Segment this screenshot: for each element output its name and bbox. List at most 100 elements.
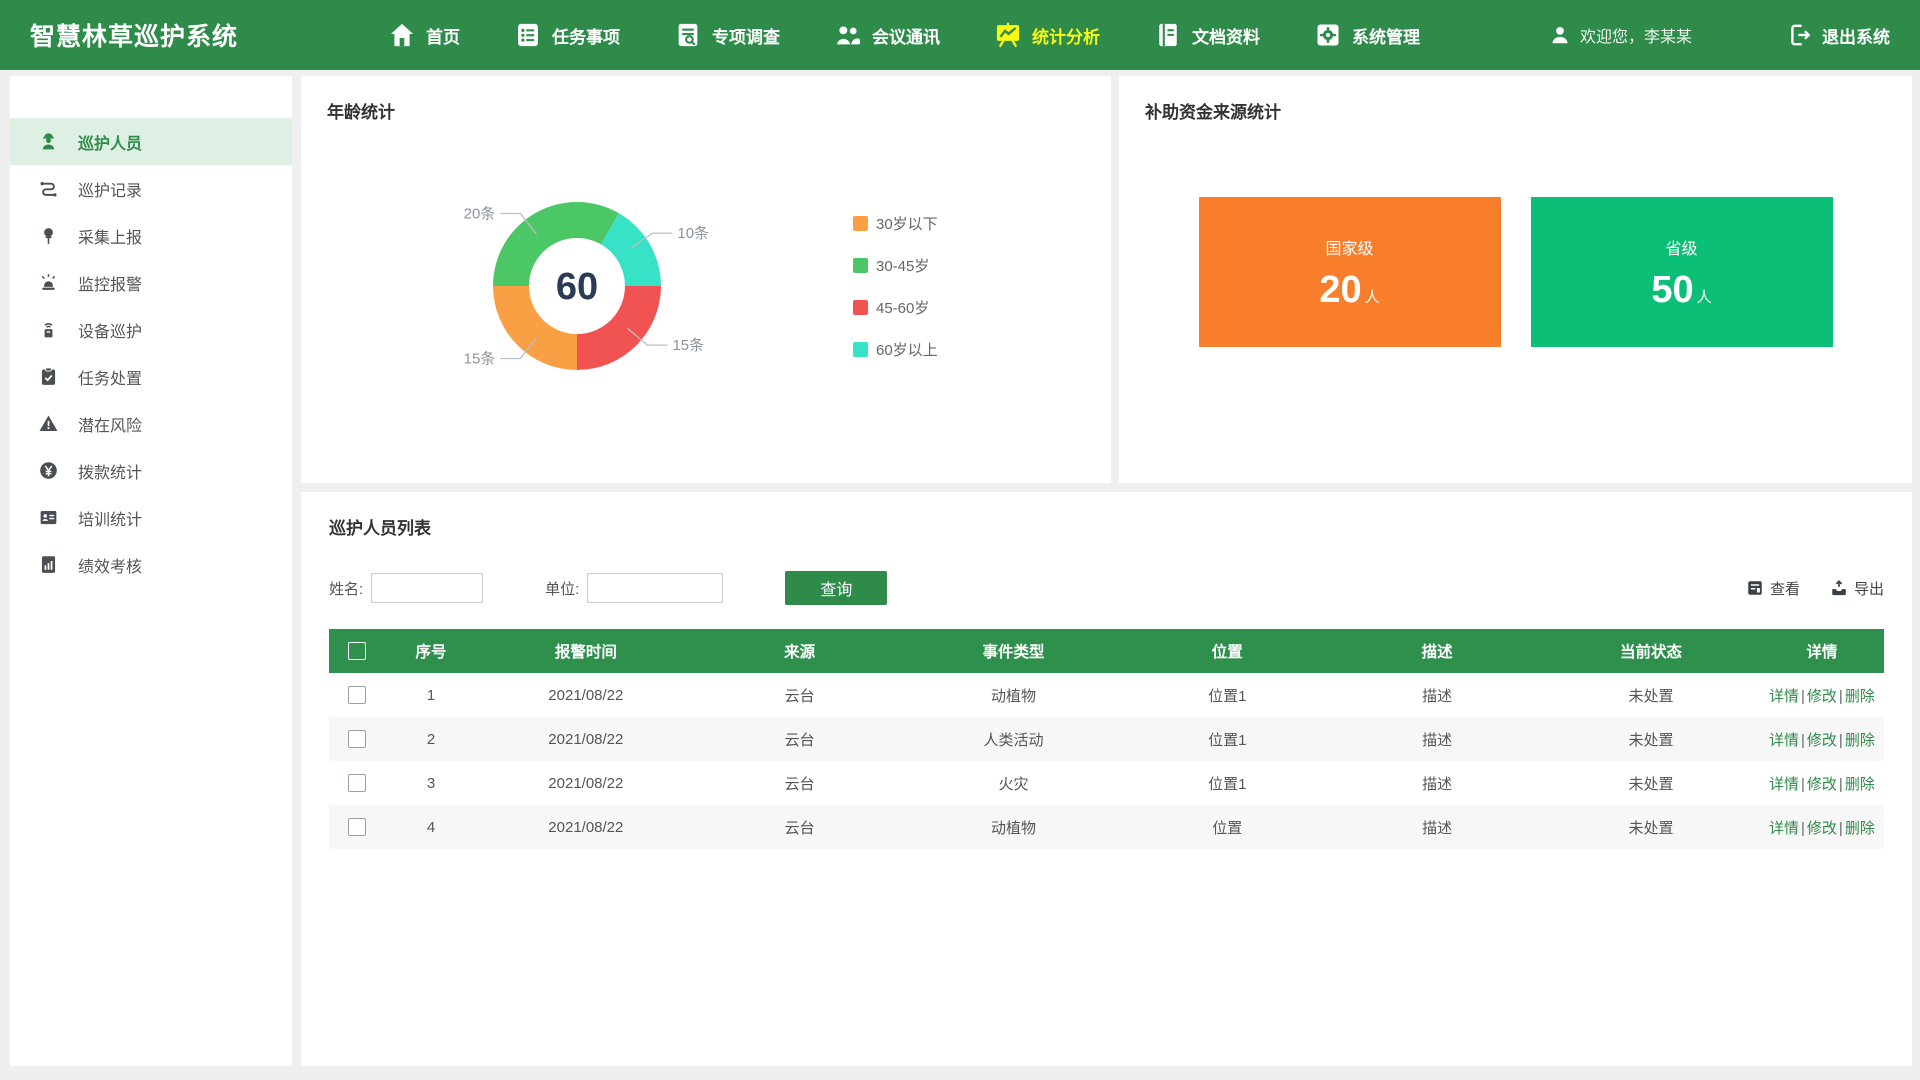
row-detail-link[interactable]: 详情 (1769, 820, 1799, 837)
sidebar-item-label: 任务处置 (78, 365, 142, 389)
name-filter-input[interactable] (371, 573, 483, 603)
export-button[interactable]: 导出 (1830, 578, 1884, 599)
cell-detail-actions: 详情|修改|删除 (1760, 673, 1884, 717)
row-edit-link[interactable]: 修改 (1807, 820, 1837, 837)
funding-yen-icon (38, 460, 59, 481)
cell-description: 描述 (1332, 673, 1542, 717)
row-edit-link[interactable]: 修改 (1807, 776, 1837, 793)
row-checkbox[interactable] (348, 730, 366, 748)
user-icon (1549, 24, 1571, 46)
sidebar-item[interactable]: 绩效考核 (10, 541, 292, 588)
cell-seq: 2 (385, 717, 477, 761)
search-button[interactable]: 查询 (785, 571, 887, 605)
sidebar-item[interactable]: 潜在风险 (10, 400, 292, 447)
nav-item[interactable]: 系统管理 (1314, 21, 1420, 49)
header-right: 欢迎您，李某某 退出系统 (1549, 22, 1890, 48)
row-checkbox[interactable] (348, 686, 366, 704)
table-column-header: 详情 (1760, 629, 1884, 673)
sidebar-item-label: 培训统计 (78, 506, 142, 530)
cell-seq: 3 (385, 761, 477, 805)
cell-event-type: 动植物 (905, 805, 1123, 849)
row-edit-link[interactable]: 修改 (1807, 732, 1837, 749)
legend-label: 60岁以上 (876, 339, 938, 360)
row-delete-link[interactable]: 删除 (1845, 688, 1875, 705)
row-detail-link[interactable]: 详情 (1769, 688, 1799, 705)
home-icon (388, 21, 416, 49)
task-clipboard-icon (38, 366, 59, 387)
table-actions: 查看 导出 (1746, 578, 1884, 599)
nav-item[interactable]: 统计分析 (994, 21, 1100, 49)
cell-event-type: 动植物 (905, 673, 1123, 717)
cell-source: 云台 (695, 673, 905, 717)
name-filter-label: 姓名: (329, 578, 363, 599)
legend-item: 45-60岁 (853, 297, 938, 318)
sidebar-item-label: 巡护记录 (78, 177, 142, 201)
cell-status: 未处置 (1542, 673, 1760, 717)
table-column-header: 位置 (1122, 629, 1332, 673)
sidebar-item[interactable]: 采集上报 (10, 212, 292, 259)
legend-swatch (853, 342, 868, 357)
body: 巡护人员 巡护记录 采集上报 监控报警 (0, 70, 1920, 1080)
top-header: 智慧林草巡护系统 首页 任务事项 专项调查 (0, 0, 1920, 70)
cell-status: 未处置 (1542, 805, 1760, 849)
sidebar-item[interactable]: 监控报警 (10, 259, 292, 306)
legend-label: 30岁以下 (876, 213, 938, 234)
cell-location: 位置1 (1122, 761, 1332, 805)
table-header-row: 序号 报警时间 来源 事件类型 位置 描述 (329, 629, 1884, 673)
nav-item[interactable]: 文档资料 (1154, 21, 1260, 49)
donut-value-label: 20条 (464, 206, 496, 223)
sidebar-item[interactable]: 培训统计 (10, 494, 292, 541)
row-delete-link[interactable]: 删除 (1845, 732, 1875, 749)
cell-description: 描述 (1332, 761, 1542, 805)
sidebar-item[interactable]: 任务处置 (10, 353, 292, 400)
legend-item: 60岁以上 (853, 339, 938, 360)
funding-card-label: 省级 (1665, 235, 1697, 259)
unit-filter-input[interactable] (587, 573, 723, 603)
nav-item-label: 统计分析 (1032, 23, 1100, 48)
row-delete-link[interactable]: 删除 (1845, 776, 1875, 793)
view-button[interactable]: 查看 (1746, 578, 1800, 599)
cell-source: 云台 (695, 761, 905, 805)
sidebar-item[interactable]: 巡护记录 (10, 165, 292, 212)
sidebar-item[interactable]: 拨款统计 (10, 447, 292, 494)
stats-icon (994, 21, 1022, 49)
sidebar-item[interactable]: 设备巡护 (10, 306, 292, 353)
row-checkbox[interactable] (348, 818, 366, 836)
age-donut-chart: 15条20条10条15条60 (327, 141, 827, 431)
row-checkbox[interactable] (348, 774, 366, 792)
meeting-icon (834, 21, 862, 49)
table-row: 4 2021/08/22 云台 动植物 位置 描述 未处置 详情|修改|删除 (329, 805, 1884, 849)
donut-center-total: 60 (556, 266, 598, 308)
row-edit-link[interactable]: 修改 (1807, 688, 1837, 705)
sidebar-item-label: 采集上报 (78, 224, 142, 248)
nav-item-label: 首页 (426, 23, 460, 48)
nav-item[interactable]: 任务事项 (514, 21, 620, 49)
collect-report-icon (38, 225, 59, 246)
cell-seq: 4 (385, 805, 477, 849)
legend-label: 30-45岁 (876, 255, 929, 276)
row-detail-link[interactable]: 详情 (1769, 776, 1799, 793)
row-detail-link[interactable]: 详情 (1769, 732, 1799, 749)
sidebar-item[interactable]: 巡护人员 (10, 118, 292, 165)
app-title: 智慧林草巡护系统 (30, 17, 238, 53)
system-icon (1314, 21, 1342, 49)
alerts-table: 序号 报警时间 来源 事件类型 位置 描述 (329, 629, 1884, 849)
cell-detail-actions: 详情|修改|删除 (1760, 761, 1884, 805)
main-nav: 首页 任务事项 专项调查 会议通讯 (388, 21, 1420, 49)
funding-card-unit: 人 (1697, 286, 1712, 307)
table-column-header: 序号 (385, 629, 477, 673)
nav-item[interactable]: 会议通讯 (834, 21, 940, 49)
cell-alarm-time: 2021/08/22 (477, 717, 695, 761)
table-column-header: 报警时间 (477, 629, 695, 673)
select-all-checkbox[interactable] (348, 642, 366, 660)
logout-button[interactable]: 退出系统 (1787, 22, 1890, 48)
donut-value-label: 15条 (672, 337, 704, 354)
table-row: 2 2021/08/22 云台 人类活动 位置1 描述 未处置 详情|修改|删除 (329, 717, 1884, 761)
donut-value-label: 10条 (677, 225, 709, 242)
row-delete-link[interactable]: 删除 (1845, 820, 1875, 837)
nav-item[interactable]: 专项调查 (674, 21, 780, 49)
sidebar: 巡护人员 巡护记录 采集上报 监控报警 (10, 76, 292, 1066)
legend-item: 30岁以下 (853, 213, 938, 234)
cell-location: 位置1 (1122, 717, 1332, 761)
nav-item[interactable]: 首页 (388, 21, 460, 49)
